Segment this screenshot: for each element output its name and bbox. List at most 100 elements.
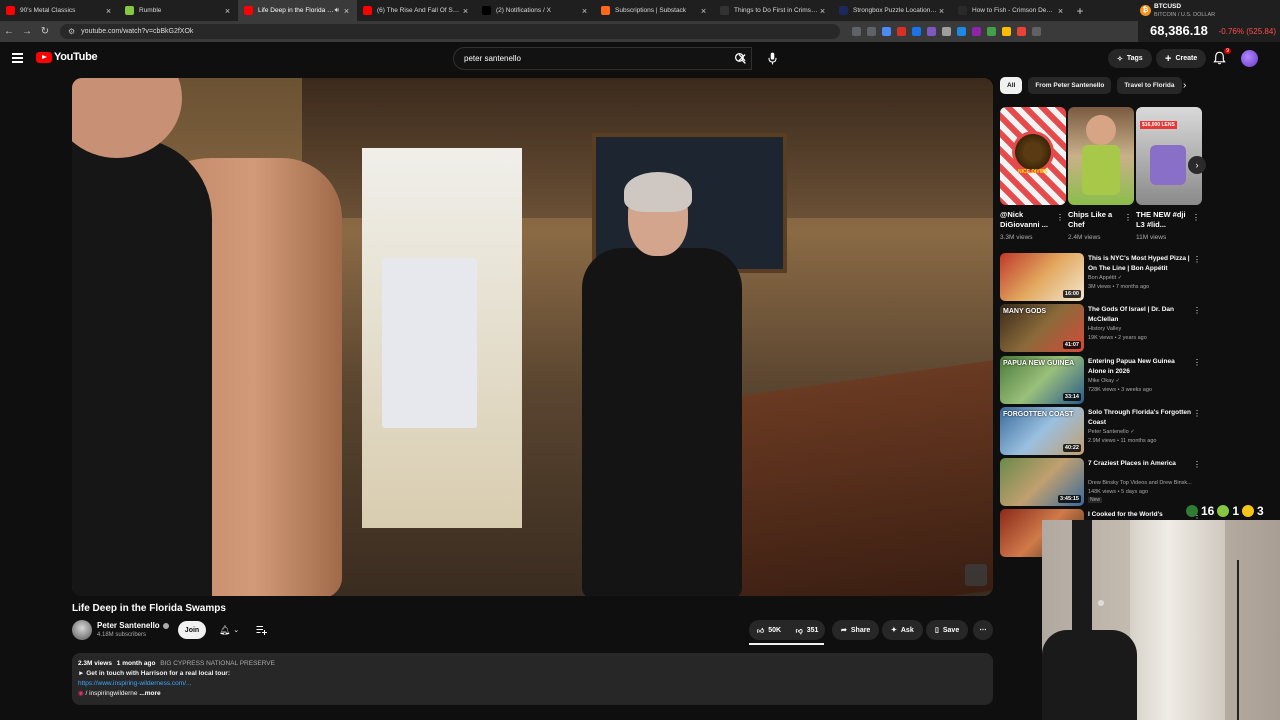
channel-name[interactable]: History Valley <box>1088 326 1121 332</box>
channel-name[interactable]: Mike Okay <box>1088 378 1114 384</box>
video-title[interactable]: Entering Papua New Guinea Alone in 2026 <box>1088 357 1192 377</box>
chip-travel-to-florida[interactable]: Travel to Florida <box>1117 77 1182 94</box>
recommended-video[interactable]: 3:45:15 7 Craziest Places in America Drew … <box>1000 458 1205 506</box>
close-tab-icon[interactable]: × <box>461 6 470 16</box>
close-tab-icon[interactable]: × <box>1056 6 1065 16</box>
share-button[interactable]: ➦ Share <box>832 620 880 640</box>
subscribed-bell-button[interactable]: 🔔︎ ⌄ <box>214 621 244 639</box>
video-title[interactable]: 7 Craziest Places in America <box>1088 459 1192 469</box>
description-box[interactable]: 2.3M views 1 month ago BIG CYPRESS NATIO… <box>72 653 993 705</box>
shorts-next-button[interactable]: › <box>1188 156 1206 174</box>
short-thumbnail[interactable]: NICE DIVIDE <box>1000 107 1066 205</box>
short-item[interactable]: NICE DIVIDE @Nick DiGiovanni ... ⋮ 3.3M … <box>1000 107 1066 241</box>
join-button[interactable]: Join <box>178 621 206 639</box>
more-vertical-icon[interactable]: ⋮ <box>1193 460 1201 469</box>
search-button[interactable] <box>728 47 752 70</box>
browser-tab[interactable]: How to Fish - Crimson Desert G × <box>952 0 1071 21</box>
chip-all[interactable]: All <box>1000 77 1023 94</box>
site-info-icon[interactable]: ⚙ <box>68 27 75 36</box>
speaker-icon[interactable]: 🔊︎ <box>335 7 339 15</box>
browser-tab[interactable]: 90's Metal Classics × <box>0 0 119 21</box>
browser-tab[interactable]: Rumble × <box>119 0 238 21</box>
video-thumbnail[interactable]: PAPUA NEW GUINEA 33:14 <box>1000 356 1084 404</box>
more-vertical-icon[interactable]: ⋮ <box>1193 255 1201 264</box>
location-tag[interactable]: BIG CYPRESS NATIONAL PRESERVE <box>160 660 275 667</box>
forward-button[interactable]: → <box>18 26 36 37</box>
extension-icon[interactable] <box>972 27 981 36</box>
video-channel[interactable]: Drew Binsky Top Videos and Drew Binsk... <box>1088 480 1200 486</box>
extension-icon[interactable] <box>942 27 951 36</box>
close-tab-icon[interactable]: × <box>699 6 708 16</box>
voice-search-button[interactable] <box>762 48 783 69</box>
recommended-video[interactable]: MANY GODS 41:07 The Gods Of Israel | Dr. D… <box>1000 304 1205 352</box>
video-title[interactable]: This is NYC's Most Hyped Pizza | On The … <box>1088 254 1192 274</box>
channel-watermark[interactable] <box>965 564 987 586</box>
close-tab-icon[interactable]: × <box>104 6 113 16</box>
extension-icon[interactable] <box>867 27 876 36</box>
recommended-video[interactable]: FORGOTTEN COAST 40:22 Solo Through Florida… <box>1000 407 1205 455</box>
more-vertical-icon[interactable]: ⋮ <box>1193 409 1201 418</box>
recommended-video[interactable]: 16:00 This is NYC's Most Hyped Pizza | On… <box>1000 253 1205 301</box>
more-vertical-icon[interactable]: ⋮ <box>1192 213 1200 222</box>
more-actions-button[interactable]: ⋯ <box>973 620 993 640</box>
video-thumbnail[interactable]: MANY GODS 41:07 <box>1000 304 1084 352</box>
channel-name-row[interactable]: Peter Santenello <box>97 621 169 630</box>
video-channel[interactable]: Mike Okay ✓ <box>1088 378 1200 384</box>
video-thumbnail[interactable]: 3:45:15 <box>1000 458 1084 506</box>
reload-button[interactable]: ↻ <box>36 26 54 37</box>
dislike-button[interactable]: 👎︎ 351 <box>789 620 825 640</box>
tags-button[interactable]: ✧ Tags <box>1108 49 1152 68</box>
close-tab-icon[interactable]: × <box>580 6 589 16</box>
browser-tab[interactable]: Things to Do First in Crimson D × <box>714 0 833 21</box>
extension-icon[interactable] <box>852 27 861 36</box>
channel-name[interactable]: Bon Appétit <box>1088 275 1116 281</box>
show-more-button[interactable]: ...more <box>139 690 160 697</box>
channel-name[interactable]: Drew Binsky Top Videos and Drew Binsk... <box>1088 480 1192 486</box>
create-button[interactable]: + Create <box>1156 49 1207 68</box>
browser-tab[interactable]: Subscriptions | Substack × <box>595 0 714 21</box>
btc-ticker-widget[interactable]: ₿ BTCUSD BITCOIN / U.S. DOLLAR 68,386.18… <box>1138 0 1280 42</box>
recommended-video[interactable]: PAPUA NEW GUINEA 33:14 Entering Papua New … <box>1000 356 1205 404</box>
extension-icon[interactable] <box>1002 27 1011 36</box>
close-tab-icon[interactable]: × <box>223 6 232 16</box>
hamburger-menu-icon[interactable] <box>12 53 23 63</box>
video-thumbnail[interactable]: 16:00 <box>1000 253 1084 301</box>
add-to-queue-button[interactable] <box>252 621 270 639</box>
video-player[interactable] <box>72 78 993 596</box>
notifications-button[interactable]: 9 <box>1213 48 1231 66</box>
browser-tab[interactable]: Life Deep in the Florida Swa 🔊︎ × <box>238 0 357 21</box>
puzzle-icon[interactable] <box>1032 27 1041 36</box>
more-vertical-icon[interactable]: ⋮ <box>1193 358 1201 367</box>
ask-button[interactable]: ✦ Ask <box>882 620 923 640</box>
account-avatar[interactable] <box>1241 50 1258 67</box>
search-input[interactable] <box>464 54 704 63</box>
close-tab-icon[interactable]: × <box>818 6 827 16</box>
save-button[interactable]: ▯ Save <box>926 620 969 640</box>
video-channel[interactable]: Peter Santenello ✓ <box>1088 429 1200 435</box>
chevron-right-icon[interactable]: › <box>1183 80 1186 91</box>
close-tab-icon[interactable]: × <box>342 6 351 16</box>
channel-name[interactable]: Peter Santenello <box>1088 429 1129 435</box>
browser-tab[interactable]: (6) The Rise And Fall Of Southe × <box>357 0 476 21</box>
video-thumbnail[interactable]: FORGOTTEN COAST 40:22 <box>1000 407 1084 455</box>
video-channel[interactable]: Bon Appétit ✓ <box>1088 275 1200 281</box>
close-tab-icon[interactable]: × <box>937 6 946 16</box>
extension-icon[interactable] <box>987 27 996 36</box>
video-channel[interactable]: History Valley <box>1088 326 1200 332</box>
extension-icon[interactable] <box>897 27 906 36</box>
address-bar[interactable]: ⚙ youtube.com/watch?v=cbBkG2fXOk <box>60 24 840 39</box>
short-item[interactable]: Chips Like a Chef ⋮ 2.4M views <box>1068 107 1134 241</box>
back-button[interactable]: ← <box>0 26 18 37</box>
search-field[interactable]: ✕ <box>453 47 752 70</box>
short-thumbnail[interactable] <box>1068 107 1134 205</box>
browser-tab[interactable]: Strongbox Puzzle Locations an × <box>833 0 952 21</box>
description-link[interactable]: https://www.inspiring-wilderness.com/... <box>78 680 191 687</box>
chip-from-channel[interactable]: From Peter Santenello <box>1028 77 1112 94</box>
extension-icon[interactable] <box>1017 27 1026 36</box>
browser-tab[interactable]: (2) Notifications / X × <box>476 0 595 21</box>
extension-icon[interactable] <box>927 27 936 36</box>
new-tab-button[interactable]: + <box>1071 0 1089 21</box>
video-title[interactable]: The Gods Of Israel | Dr. Dan McClellan <box>1088 305 1192 325</box>
channel-avatar[interactable] <box>72 620 92 640</box>
extension-icon[interactable] <box>882 27 891 36</box>
